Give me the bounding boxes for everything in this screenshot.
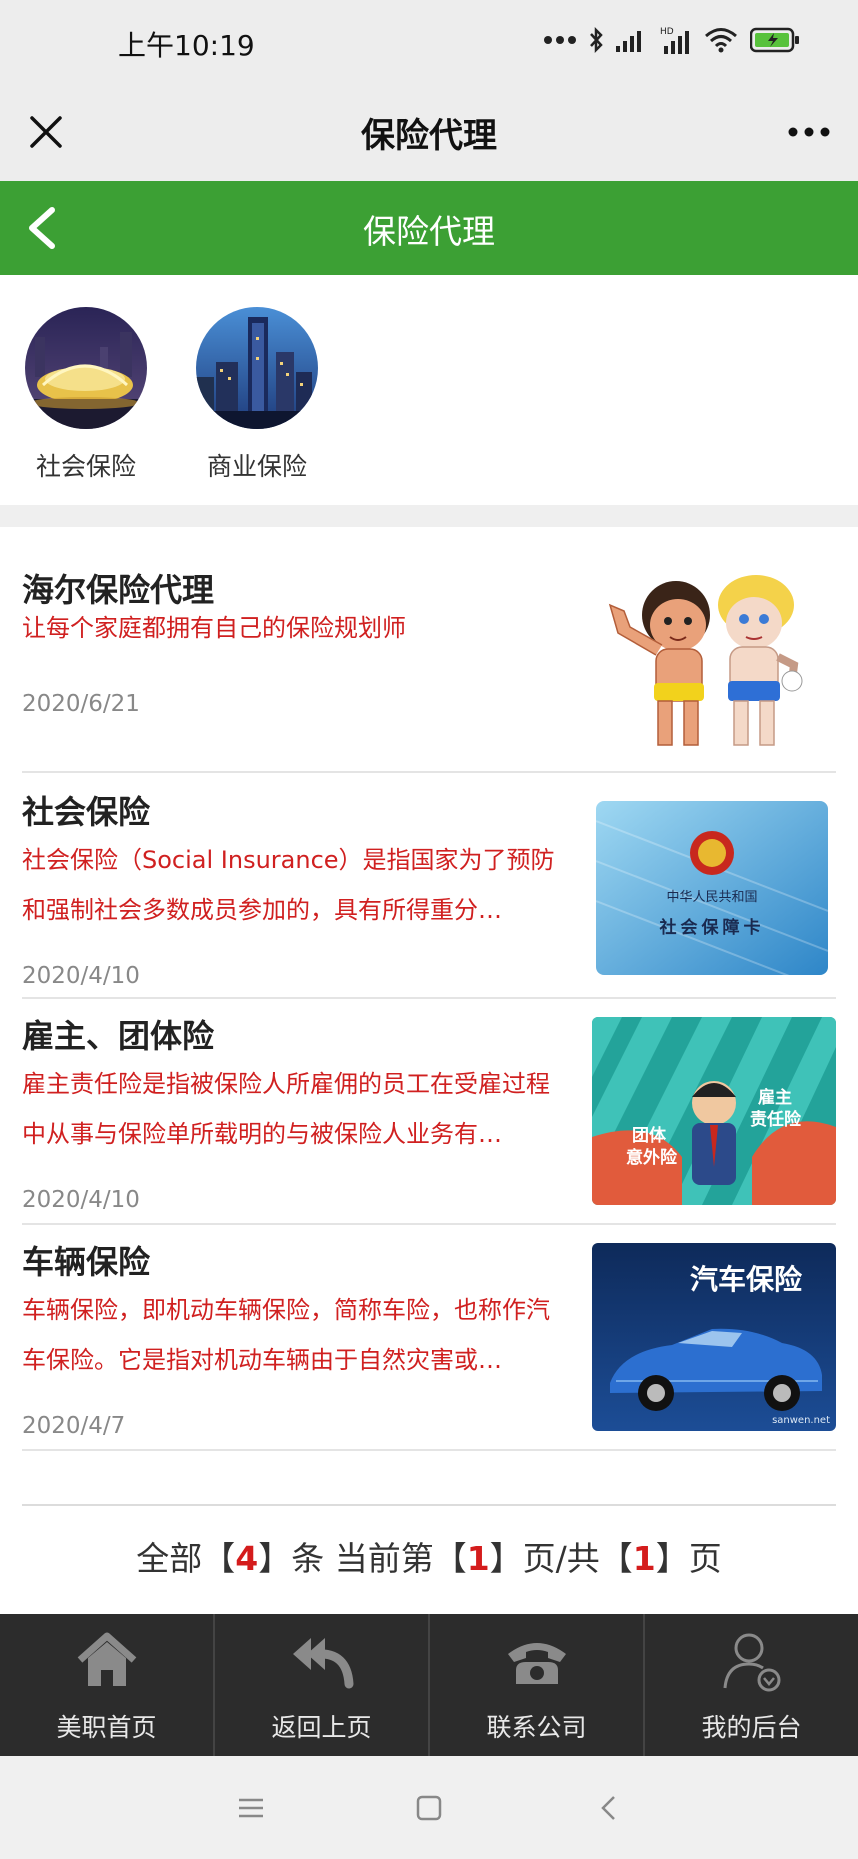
category-row: 社会保险 商业保险: [0, 275, 858, 505]
nav-contact[interactable]: 联系公司: [430, 1614, 645, 1756]
nav-my-admin[interactable]: 我的后台: [645, 1614, 858, 1756]
car-insurance-image: 汽车保险 sanwen.net: [592, 1243, 836, 1431]
list-item[interactable]: 社会保险 社会保险（Social Insurance）是指国家为了预防和强制社会…: [22, 775, 836, 999]
article-date: 2020/6/21: [22, 691, 140, 717]
card-text-title: 社会保障卡: [659, 917, 765, 938]
list-item[interactable]: 海尔保险代理 让每个家庭都拥有自己的保险规划师 2020/6/21: [22, 527, 836, 773]
article-title: 雇主、团体险: [22, 1017, 215, 1055]
wechat-title: 保险代理: [361, 116, 497, 156]
list-item[interactable]: 雇主、团体险 雇主责任险是指被保险人所雇佣的员工在受雇过程中从事与保险单所载明的…: [22, 1001, 836, 1225]
home-icon: [77, 1632, 136, 1686]
category-label: 社会保险: [35, 452, 136, 481]
nav-label: 我的后台: [701, 1713, 802, 1742]
image-text-liability: 责任险: [750, 1109, 802, 1130]
category-social-insurance[interactable]: 社会保险: [11, 307, 161, 483]
user-icon: [723, 1633, 780, 1692]
pager-divider: [22, 1504, 836, 1506]
wechat-title-bar: 保险代理: [0, 86, 858, 181]
status-time: 上午10:19: [118, 29, 255, 62]
page-header: 保险代理: [0, 181, 858, 275]
category-commercial-insurance[interactable]: 商业保险: [182, 307, 332, 483]
card-text-country: 中华人民共和国: [666, 890, 757, 905]
bottom-nav: 美职首页 返回上页 联系公司 我的后台: [0, 1614, 858, 1756]
status-bar: 上午10:19 HD: [0, 0, 858, 86]
menu-icon[interactable]: [233, 1790, 269, 1826]
article-desc: 车辆保险，即机动车辆保险，简称车险，也称作汽车保险。它是指对机动车辆由于自然灾害…: [22, 1296, 550, 1374]
article-title: 车辆保险: [22, 1243, 151, 1281]
bluetooth-icon: [590, 26, 603, 54]
status-icons: HD: [544, 26, 800, 54]
home-square-icon[interactable]: [411, 1790, 447, 1826]
article-date: 2020/4/7: [22, 1413, 126, 1439]
reply-icon: [292, 1638, 353, 1689]
employer-insurance-image: 团体 意外险 雇主 责任险: [592, 1017, 836, 1205]
article-desc: 让每个家庭都拥有自己的保险规划师: [22, 614, 406, 642]
nav-back[interactable]: 返回上页: [215, 1614, 430, 1756]
image-text-group: 团体: [632, 1125, 667, 1146]
image-text-car-insurance: 汽车保险: [690, 1263, 803, 1296]
signal-icon: [616, 31, 641, 52]
pager-pages: 1: [632, 1539, 656, 1578]
battery-icon: [750, 27, 799, 53]
pagination-info: 全部【4】条 当前第【1】页/共【1】页: [0, 1532, 858, 1580]
nav-label: 返回上页: [271, 1713, 372, 1742]
cartoon-kids-image: [596, 565, 836, 761]
article-title: 社会保险: [22, 793, 151, 831]
page: 上午10:19 HD 保险代理 保险代理 社会保险 商业保险 海尔保险代理 让每…: [0, 0, 858, 1859]
category-label: 商业保险: [206, 452, 307, 481]
image-text-employer: 雇主: [758, 1087, 792, 1108]
list-item[interactable]: 车辆保险 车辆保险，即机动车辆保险，简称车险，也称作汽车保险。它是指对机动车辆由…: [22, 1227, 836, 1451]
article-desc: 雇主责任险是指被保险人所雇佣的员工在受雇过程中从事与保险单所载明的与被保险人业务…: [22, 1070, 550, 1148]
pager-current: 1: [466, 1539, 490, 1578]
article-desc: 社会保险（Social Insurance）是指国家为了预防和强制社会多数成员参…: [22, 846, 555, 924]
city-skyline-image: [196, 307, 318, 429]
back-icon[interactable]: [591, 1790, 627, 1826]
article-date: 2020/4/10: [22, 1187, 140, 1213]
signal-hd-icon: HD: [660, 27, 689, 54]
article-date: 2020/4/10: [22, 963, 140, 989]
nav-label: 联系公司: [486, 1713, 587, 1742]
pager-text: 】页/共【: [489, 1539, 633, 1578]
pager-text: 全部【: [136, 1539, 236, 1578]
system-nav-bar: [0, 1756, 858, 1859]
wifi-icon: [705, 28, 737, 53]
phone-icon: [507, 1643, 566, 1684]
image-watermark: sanwen.net: [772, 1415, 830, 1426]
svg-text:HD: HD: [660, 27, 674, 37]
nav-label: 美职首页: [56, 1713, 157, 1742]
page-title: 保险代理: [363, 212, 495, 251]
section-gap: [0, 505, 858, 527]
pager-text: 】页: [655, 1539, 722, 1578]
nav-home[interactable]: 美职首页: [0, 1614, 215, 1756]
image-text-accident: 意外险: [626, 1147, 678, 1168]
more-dots-icon: [544, 36, 576, 44]
pager-total: 4: [235, 1539, 259, 1578]
pager-text: 】条 当前第【: [258, 1539, 467, 1578]
more-options-icon[interactable]: [784, 112, 834, 152]
social-security-card-image: 中华人民共和国 社会保障卡: [596, 801, 828, 975]
stadium-night-image: [25, 307, 147, 429]
